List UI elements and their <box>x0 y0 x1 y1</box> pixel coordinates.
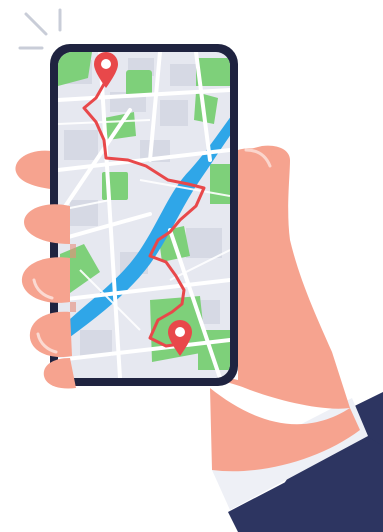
spark-lines-icon <box>18 8 62 50</box>
illustration <box>0 0 383 532</box>
hand-holding-phone-illustration <box>15 8 383 532</box>
